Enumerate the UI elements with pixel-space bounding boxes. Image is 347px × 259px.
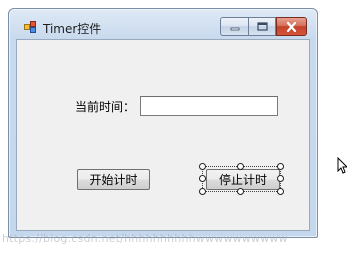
- resize-handle-w[interactable]: [199, 175, 206, 182]
- maximize-icon: [256, 21, 268, 31]
- stop-timer-button[interactable]: 停止计时: [206, 169, 280, 190]
- minimize-icon: [230, 27, 239, 30]
- minimize-button[interactable]: [220, 17, 248, 36]
- start-timer-button[interactable]: 开始计时: [77, 169, 150, 190]
- app-icon: [24, 21, 36, 33]
- current-time-label: 当前时间：: [75, 100, 136, 114]
- title-bar[interactable]: Timer控件: [9, 9, 317, 39]
- resize-handle-nw[interactable]: [199, 163, 206, 170]
- close-icon: [286, 21, 297, 32]
- current-time-textbox[interactable]: [140, 96, 278, 116]
- form-window: Timer控件 当前时间： 开始计时 停止计时: [8, 8, 318, 238]
- screen: Timer控件 当前时间： 开始计时 停止计时 https://blog.csd…: [0, 0, 347, 259]
- close-button[interactable]: [276, 17, 307, 36]
- caption-buttons: [220, 17, 307, 36]
- watermark-text: https://blog.csdn.net/hhhhhhhhhhwwwwwwww…: [2, 232, 288, 245]
- maximize-button[interactable]: [248, 17, 276, 36]
- mouse-cursor-icon: [337, 157, 347, 174]
- window-title: Timer控件: [43, 22, 102, 36]
- form-client-area: 当前时间： 开始计时 停止计时: [16, 39, 310, 231]
- resize-handle-sw[interactable]: [199, 188, 206, 195]
